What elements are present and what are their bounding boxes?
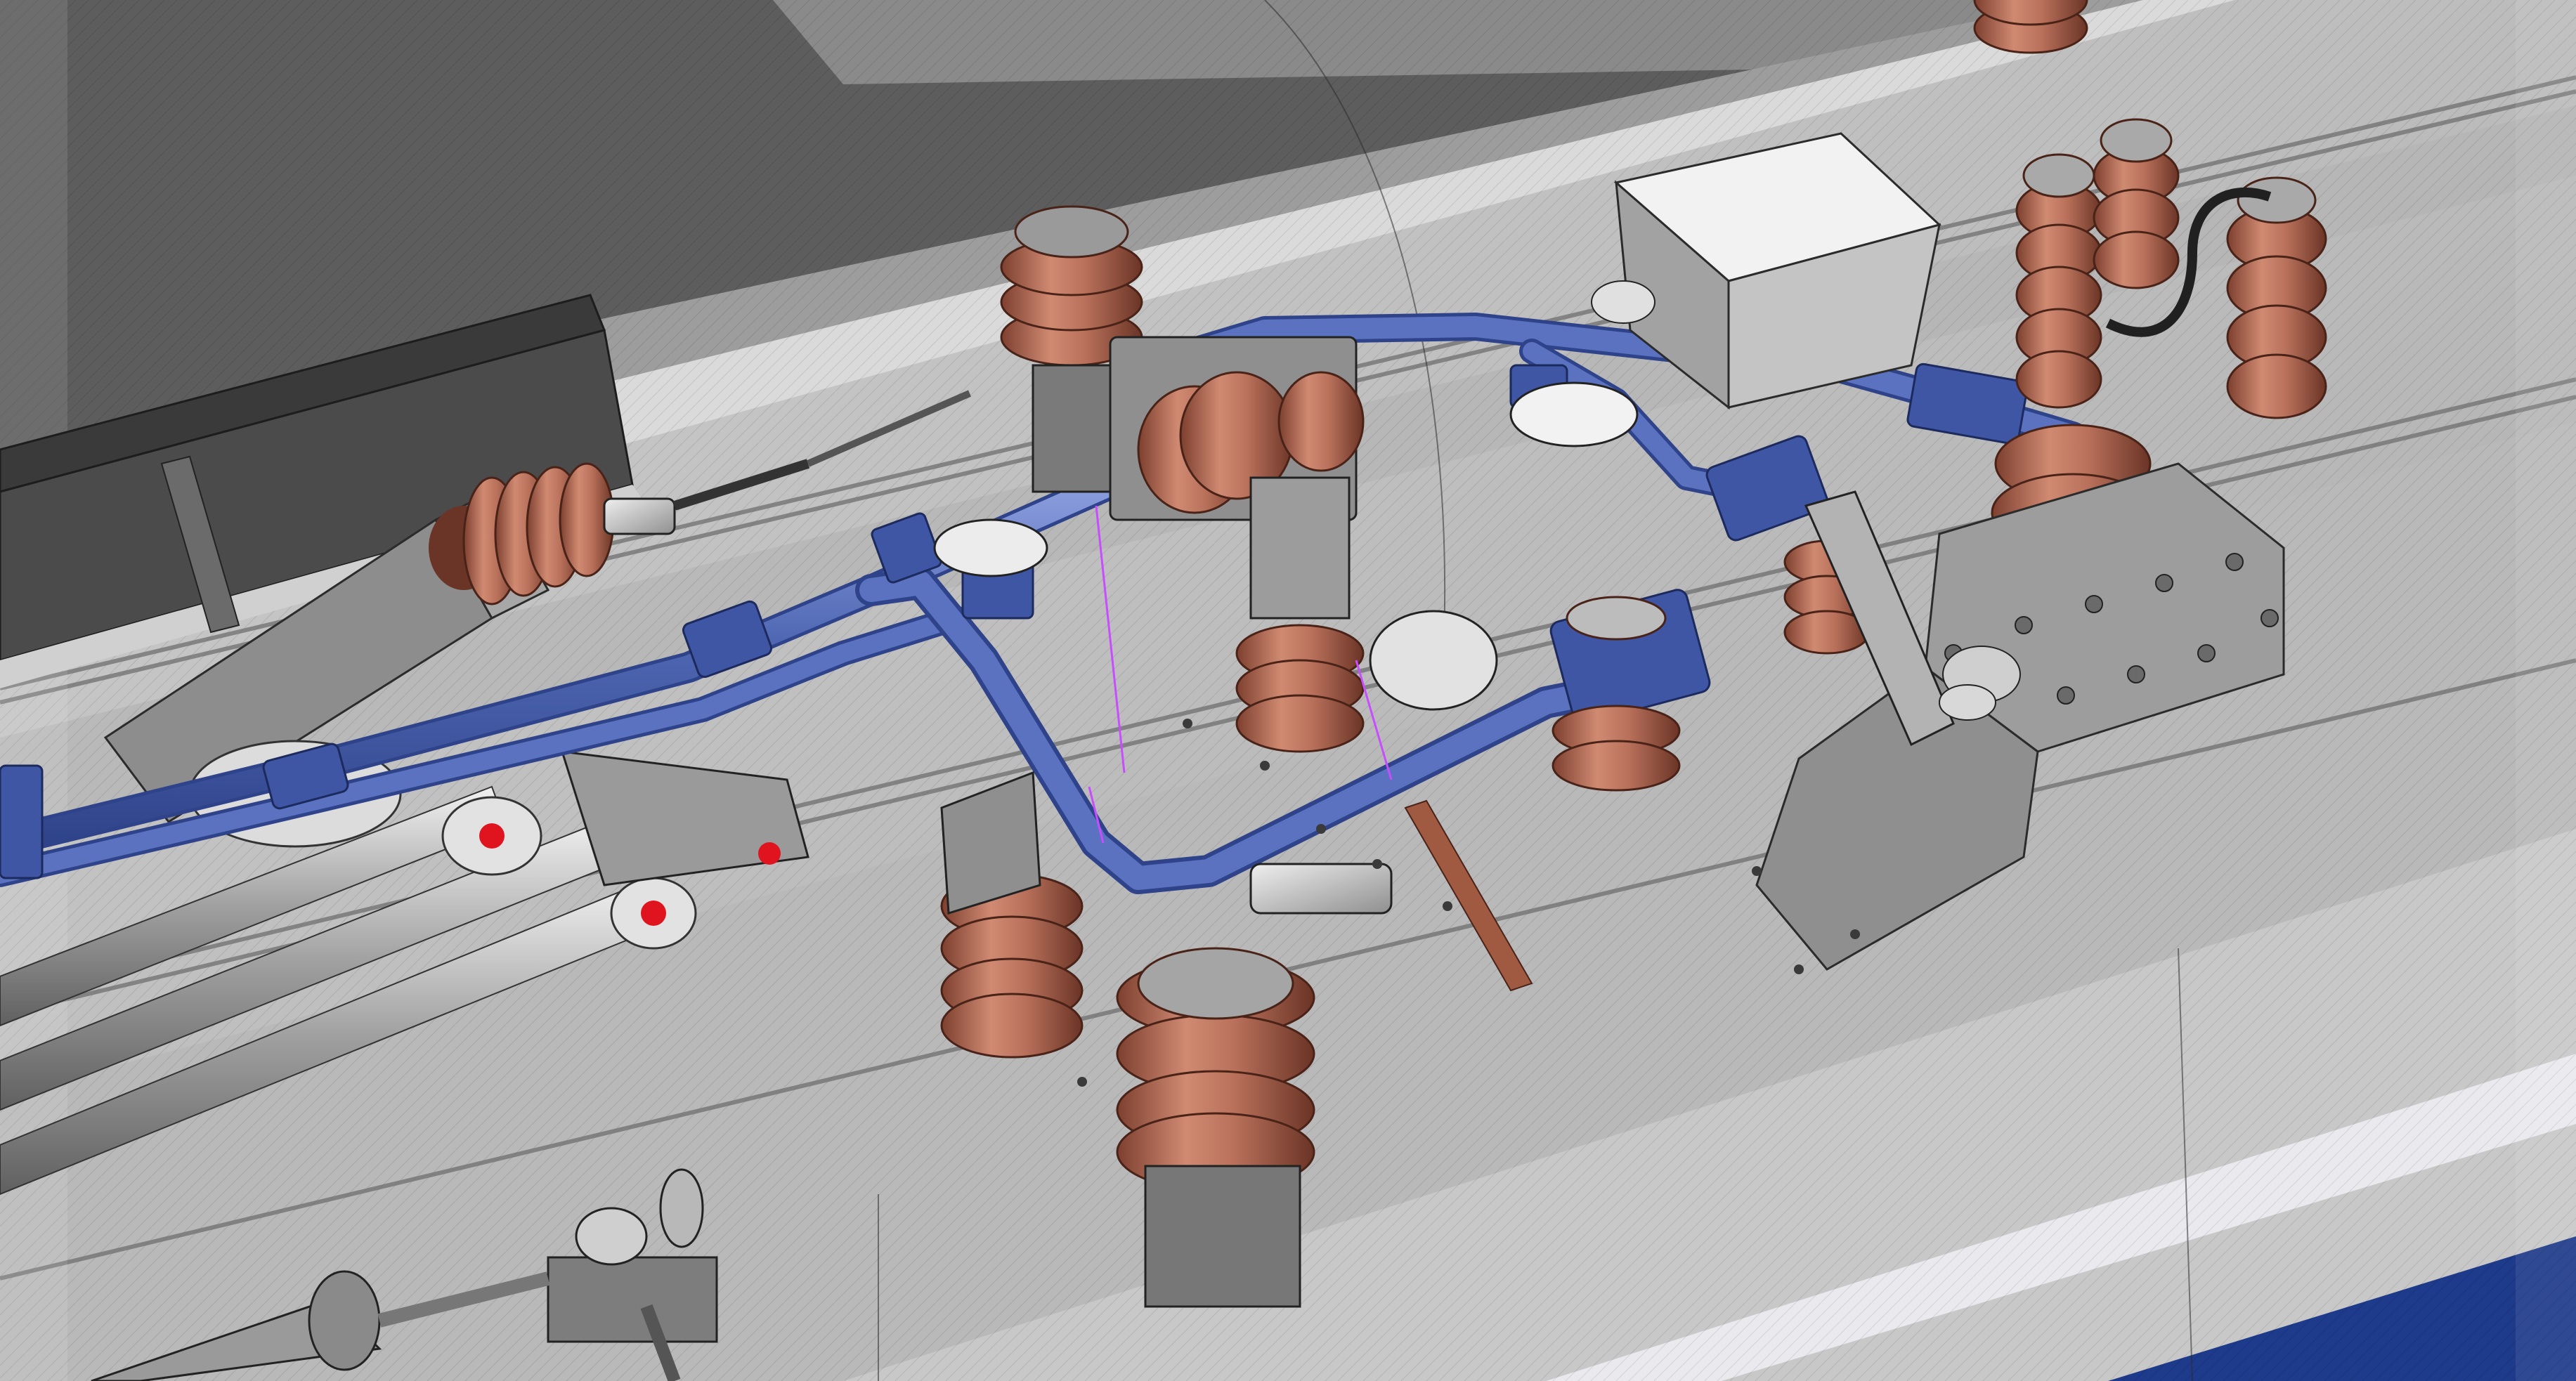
3d-viewport[interactable] (0, 0, 2576, 1381)
insulator-front-large (1116, 947, 1315, 1308)
right-view-band (2516, 0, 2576, 1381)
rendered-scene (0, 0, 2576, 1381)
